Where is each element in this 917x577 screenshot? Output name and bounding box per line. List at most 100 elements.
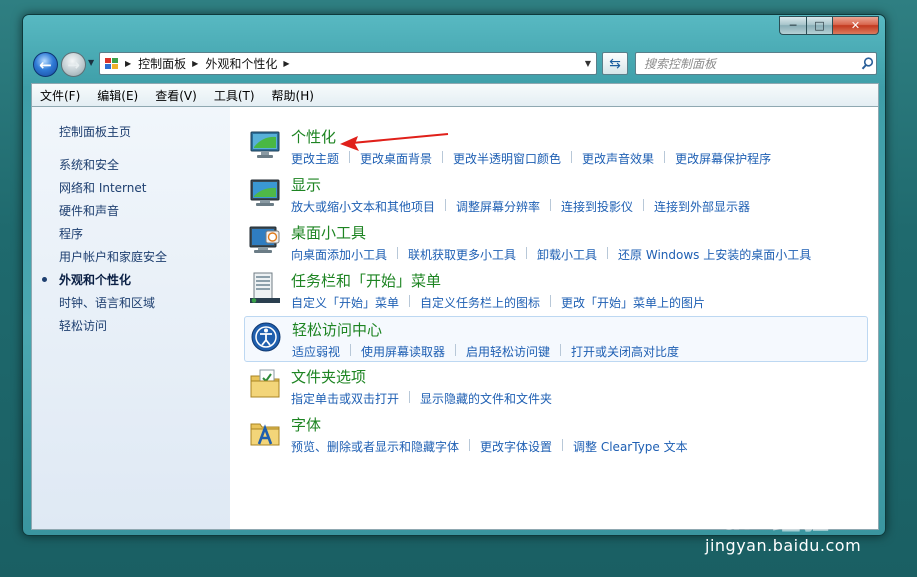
- task-link[interactable]: 卸载小工具: [537, 246, 597, 263]
- task-link[interactable]: 更改桌面背景: [360, 150, 432, 167]
- breadcrumb-appearance[interactable]: 外观和个性化: [205, 55, 277, 72]
- task-link[interactable]: 打开或关闭高对比度: [571, 343, 679, 360]
- task-link[interactable]: 放大或缩小文本和其他项目: [291, 198, 435, 215]
- separator: [409, 295, 411, 307]
- task-link[interactable]: 指定单击或双击打开: [291, 390, 399, 407]
- category-gadgets: 桌面小工具 向桌面添加小工具 联机获取更多小工具 卸载小工具 还原 Window…: [244, 219, 868, 265]
- maximize-icon: □: [814, 19, 825, 32]
- task-link[interactable]: 自定义「开始」菜单: [291, 294, 399, 311]
- category-title[interactable]: 轻松访问中心: [292, 319, 382, 340]
- sidebar-home-link[interactable]: 控制面板主页: [59, 123, 131, 140]
- task-link[interactable]: 向桌面添加小工具: [291, 246, 387, 263]
- menu-tools[interactable]: 工具(T): [206, 87, 264, 104]
- breadcrumb-control-panel[interactable]: 控制面板: [138, 55, 186, 72]
- menu-file[interactable]: 文件(F): [32, 87, 89, 104]
- caption-buttons: ─ □ ✕: [779, 16, 879, 35]
- display-icon[interactable]: [248, 175, 282, 209]
- watermark-brand: Bai: [700, 503, 753, 536]
- personalization-icon[interactable]: [248, 127, 282, 161]
- task-links: 指定单击或双击打开 显示隐藏的文件和文件夹: [291, 390, 552, 407]
- minimize-button[interactable]: ─: [779, 16, 806, 35]
- task-link[interactable]: 使用屏幕读取器: [361, 343, 445, 360]
- separator: [469, 439, 471, 451]
- recent-pages-dropdown[interactable]: ▼: [88, 58, 94, 67]
- sidebar-item-user-accounts[interactable]: 用户帐户和家庭安全: [59, 248, 167, 265]
- task-link[interactable]: 联机获取更多小工具: [408, 246, 516, 263]
- breadcrumb-separator-icon[interactable]: ▶: [283, 59, 289, 68]
- fonts-icon[interactable]: [248, 415, 282, 449]
- gadgets-icon[interactable]: [248, 223, 282, 257]
- folder-options-icon[interactable]: [248, 367, 282, 401]
- search-input[interactable]: [642, 55, 858, 72]
- close-button[interactable]: ✕: [832, 16, 879, 35]
- main-panel: 个性化 更改主题 更改桌面背景 更改半透明窗口颜色 更改声音效果 更改屏幕保护程…: [230, 107, 878, 529]
- forward-arrow-icon: →: [67, 55, 80, 74]
- category-taskbar: 任务栏和「开始」菜单 自定义「开始」菜单 自定义任务栏上的图标 更改「开始」菜单…: [244, 267, 868, 313]
- task-link[interactable]: 更改主题: [291, 150, 339, 167]
- refresh-button[interactable]: ⇆: [602, 52, 628, 75]
- task-link[interactable]: 更改字体设置: [480, 438, 552, 455]
- breadcrumb-separator-icon[interactable]: ▶: [125, 59, 131, 68]
- sidebar-item-clock-language[interactable]: 时钟、语言和区域: [59, 294, 155, 311]
- task-link[interactable]: 还原 Windows 上安装的桌面小工具: [618, 246, 811, 263]
- sidebar-item-programs[interactable]: 程序: [59, 225, 83, 242]
- taskbar-icon[interactable]: [248, 271, 282, 305]
- category-title[interactable]: 任务栏和「开始」菜单: [291, 270, 441, 291]
- task-link[interactable]: 连接到投影仪: [561, 198, 633, 215]
- minimize-icon: ─: [789, 19, 797, 32]
- category-personalization: 个性化 更改主题 更改桌面背景 更改半透明窗口颜色 更改声音效果 更改屏幕保护程…: [244, 123, 868, 169]
- paw-icon: ❀: [752, 510, 773, 535]
- category-title[interactable]: 字体: [291, 414, 321, 435]
- ease-of-access-icon[interactable]: [249, 320, 283, 354]
- task-link[interactable]: 调整 ClearType 文本: [573, 438, 688, 455]
- address-dropdown-icon[interactable]: ▼: [585, 59, 591, 68]
- task-link[interactable]: 显示隐藏的文件和文件夹: [420, 390, 552, 407]
- sidebar-item-hardware-sound[interactable]: 硬件和声音: [59, 202, 119, 219]
- baidu-watermark-logo: Bai❀经验: [700, 498, 870, 536]
- task-link[interactable]: 更改声音效果: [582, 150, 654, 167]
- sidebar-item-network[interactable]: 网络和 Internet: [59, 179, 146, 196]
- watermark-brand-tail: 经验: [772, 503, 831, 536]
- category-title[interactable]: 桌面小工具: [291, 222, 366, 243]
- menu-view[interactable]: 查看(V): [147, 87, 206, 104]
- task-link[interactable]: 预览、删除或者显示和隐藏字体: [291, 438, 459, 455]
- address-bar[interactable]: ▶ 控制面板 ▶ 外观和个性化 ▶ ▼: [99, 52, 597, 75]
- task-link[interactable]: 调整屏幕分辨率: [456, 198, 540, 215]
- separator: [607, 247, 609, 259]
- separator: [397, 247, 399, 259]
- separator: [664, 151, 666, 163]
- menu-help[interactable]: 帮助(H): [264, 87, 323, 104]
- task-link[interactable]: 自定义任务栏上的图标: [420, 294, 540, 311]
- separator: [560, 344, 562, 356]
- back-button[interactable]: ←: [33, 52, 58, 77]
- separator: [550, 295, 552, 307]
- category-folder-options: 文件夹选项 指定单击或双击打开 显示隐藏的文件和文件夹: [244, 363, 868, 409]
- control-panel-window: ─ □ ✕ ← → ▼ ▶ 控制面板 ▶ 外观和个性化 ▶ ▼ ⇆ 文件(: [22, 14, 886, 536]
- separator: [455, 344, 457, 356]
- sidebar-item-system-security[interactable]: 系统和安全: [59, 156, 119, 173]
- separator: [571, 151, 573, 163]
- task-links: 放大或缩小文本和其他项目 调整屏幕分辨率 连接到投影仪 连接到外部显示器: [291, 198, 750, 215]
- category-ease-of-access: 轻松访问中心 适应弱视 使用屏幕读取器 启用轻松访问键 打开或关闭高对比度: [244, 316, 868, 362]
- task-link[interactable]: 连接到外部显示器: [654, 198, 750, 215]
- refresh-icon: ⇆: [609, 55, 621, 72]
- task-links: 更改主题 更改桌面背景 更改半透明窗口颜色 更改声音效果 更改屏幕保护程序: [291, 150, 771, 167]
- task-link[interactable]: 启用轻松访问键: [466, 343, 550, 360]
- category-title[interactable]: 个性化: [291, 126, 336, 147]
- back-arrow-icon: ←: [39, 55, 52, 74]
- breadcrumb-separator-icon[interactable]: ▶: [192, 59, 198, 68]
- task-link[interactable]: 更改「开始」菜单上的图片: [561, 294, 705, 311]
- forward-button[interactable]: →: [61, 52, 86, 77]
- separator: [643, 199, 645, 211]
- task-link[interactable]: 更改屏幕保护程序: [675, 150, 771, 167]
- sidebar-item-ease-of-access[interactable]: 轻松访问: [59, 317, 107, 334]
- category-title[interactable]: 显示: [291, 174, 321, 195]
- category-title[interactable]: 文件夹选项: [291, 366, 366, 387]
- search-icon[interactable]: [858, 55, 876, 73]
- maximize-button[interactable]: □: [806, 16, 832, 35]
- navigation-bar: ← → ▼ ▶ 控制面板 ▶ 外观和个性化 ▶ ▼ ⇆: [31, 51, 877, 77]
- task-link[interactable]: 适应弱视: [292, 343, 340, 360]
- task-link[interactable]: 更改半透明窗口颜色: [453, 150, 561, 167]
- sidebar-item-appearance[interactable]: 外观和个性化: [59, 271, 131, 288]
- menu-edit[interactable]: 编辑(E): [89, 87, 147, 104]
